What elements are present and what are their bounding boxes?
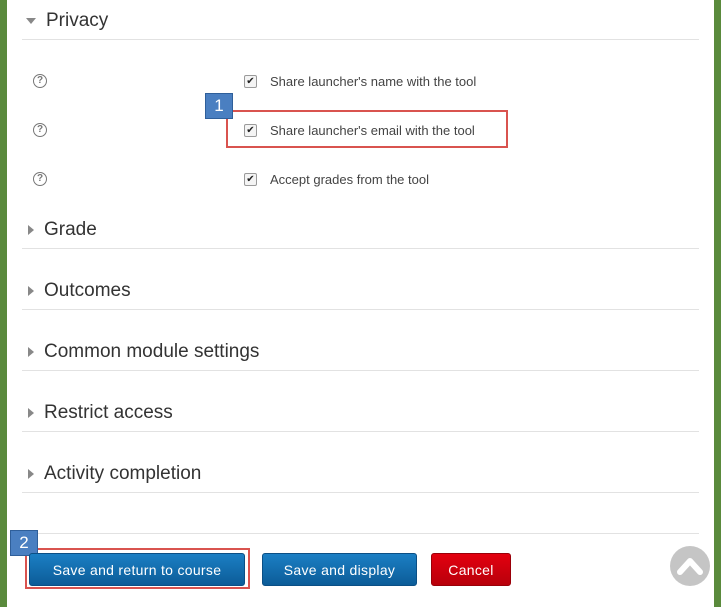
section-completion-title: Activity completion <box>44 463 202 484</box>
chevron-up-icon <box>677 558 703 575</box>
section-privacy-title: Privacy <box>46 10 109 31</box>
section-outcomes-title: Outcomes <box>44 280 131 301</box>
help-icon[interactable]: ? <box>33 74 47 88</box>
section-common-title: Common module settings <box>44 341 260 362</box>
save-and-display-button[interactable]: Save and display <box>262 553 417 586</box>
section-restrict-access[interactable]: Restrict access <box>22 395 699 432</box>
accept-grades-checkbox[interactable]: ✔ <box>244 173 257 186</box>
section-restrict-title: Restrict access <box>44 402 173 423</box>
triangle-right-icon <box>28 286 34 296</box>
form-panel: Privacy ? ✔ Share launcher's name with t… <box>7 0 714 607</box>
triangle-right-icon <box>28 408 34 418</box>
save-and-return-button[interactable]: Save and return to course <box>29 553 245 586</box>
section-grade[interactable]: Grade <box>22 212 699 249</box>
highlight-box-share-email <box>226 110 508 148</box>
step-marker-1: 1 <box>205 93 233 119</box>
accept-grades-label: Accept grades from the tool <box>270 172 429 187</box>
section-common-module-settings[interactable]: Common module settings <box>22 334 699 371</box>
triangle-right-icon <box>28 347 34 357</box>
section-privacy[interactable]: Privacy <box>22 3 699 40</box>
section-activity-completion[interactable]: Activity completion <box>22 456 699 493</box>
section-outcomes[interactable]: Outcomes <box>22 273 699 310</box>
triangle-right-icon <box>28 469 34 479</box>
triangle-down-icon <box>26 18 36 24</box>
help-icon[interactable]: ? <box>33 172 47 186</box>
section-grade-title: Grade <box>44 219 97 240</box>
footer-divider <box>22 533 699 534</box>
share-name-checkbox[interactable]: ✔ <box>244 75 257 88</box>
triangle-right-icon <box>28 225 34 235</box>
help-icon[interactable]: ? <box>33 123 47 137</box>
share-name-label: Share launcher's name with the tool <box>270 74 477 89</box>
scroll-to-top-button[interactable] <box>670 546 710 586</box>
cancel-button[interactable]: Cancel <box>431 553 511 586</box>
